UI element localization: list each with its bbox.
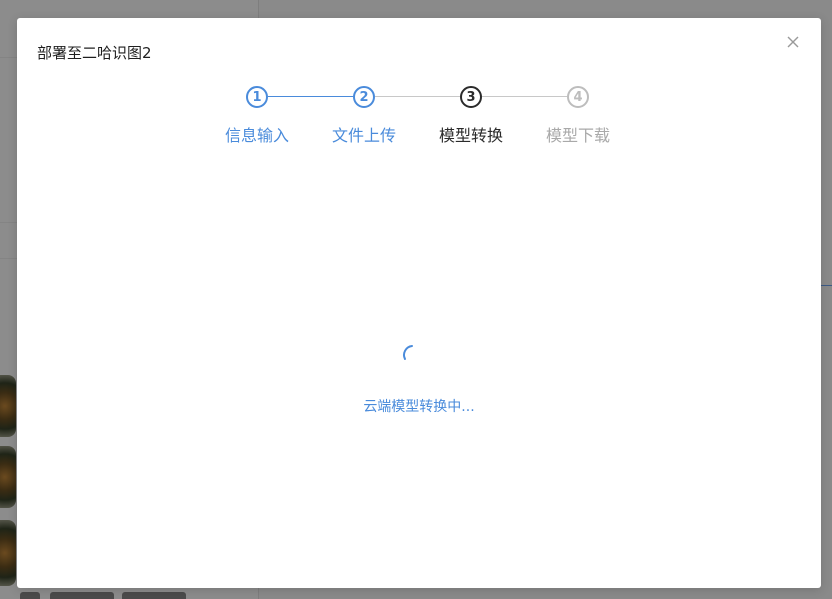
loading-status-text: 云端模型转换中... [363,399,475,415]
step-4-circle: 4 [567,86,589,108]
loading-spinner-icon [400,343,420,363]
step-4-number: 4 [573,89,583,105]
step-2-circle: 2 [353,86,375,108]
close-icon [787,36,799,48]
step-4-label: 模型下载 [545,126,610,145]
step-3-label: 模型转换 [438,126,503,145]
close-button[interactable] [783,32,803,52]
modal-title: 部署至二哈识图2 [37,44,152,62]
step-1-number: 1 [252,89,262,105]
step-2-label: 文件上传 [331,126,396,145]
background-tab [122,592,186,599]
steps-progress: 1 信息输入 2 文件上传 3 模型转换 4 模型下载 [17,86,821,146]
step-connector-1-2 [268,96,353,97]
background-image-thumbnail [0,446,16,508]
step-2-number: 2 [359,89,369,105]
step-3-number: 3 [466,89,476,105]
step-3-circle: 3 [460,86,482,108]
background-image-thumbnail [0,375,16,437]
background-image-thumbnail [0,520,16,586]
step-1-circle: 1 [246,86,268,108]
background-accent-line [820,285,832,286]
background-tab [20,592,40,599]
step-1-label: 信息输入 [224,126,289,145]
deploy-modal: 部署至二哈识图2 1 信息输入 2 文件上传 3 模型转换 4 模型下载 云端模… [17,18,821,588]
background-tab [50,592,114,599]
step-connector-2-3 [375,96,460,97]
step-connector-3-4 [482,96,567,97]
